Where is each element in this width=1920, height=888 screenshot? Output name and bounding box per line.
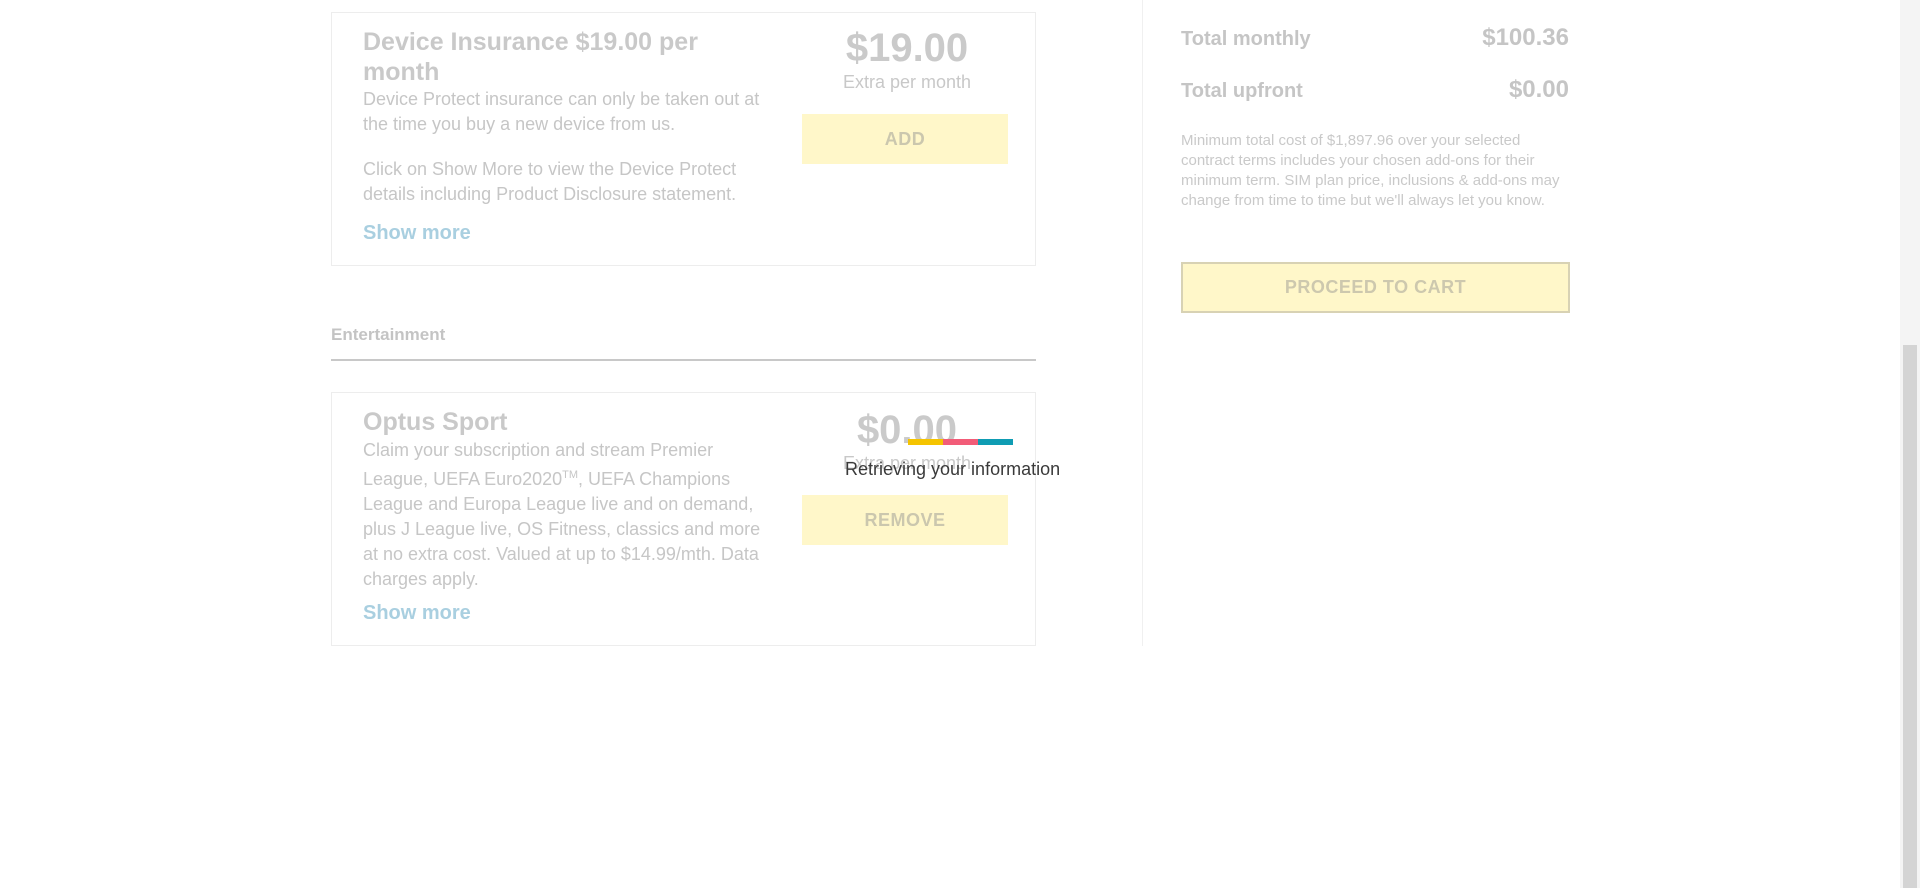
total-upfront-value: $0.00	[1508, 76, 1569, 103]
loading-bar	[908, 439, 1013, 445]
remove-optus-sport-button[interactable]: REMOVE	[802, 495, 1008, 545]
device-insurance-description: Device Protect insurance can only be tak…	[363, 89, 760, 134]
optus-sport-price: $0.00	[856, 408, 958, 452]
total-upfront-label: Total upfront	[1181, 80, 1303, 102]
scrollbar-thumb[interactable]	[1903, 345, 1917, 888]
optus-sport-title: Optus Sport	[363, 408, 508, 436]
trademark-sup: TM	[562, 469, 579, 481]
optus-sport-description: Claim your subscription and stream Premi…	[363, 438, 775, 592]
optus-sport-show-more-link[interactable]: Show more	[363, 602, 471, 625]
total-monthly-value: $100.36	[1482, 24, 1569, 51]
column-divider	[1142, 0, 1143, 646]
device-insurance-title: Device Insurance $19.00 per month	[363, 28, 698, 86]
loading-bar-segment-teal	[978, 439, 1013, 445]
add-device-insurance-button[interactable]: ADD	[802, 114, 1008, 164]
page: Device Insurance $19.00 per month Device…	[0, 0, 1920, 888]
total-monthly-row: Total monthly $100.36	[1181, 24, 1569, 52]
proceed-to-cart-button[interactable]: PROCEED TO CART	[1181, 262, 1570, 313]
device-insurance-price: $19.00	[845, 26, 969, 70]
device-insurance-price-caption: Extra per month	[842, 72, 972, 92]
device-insurance-show-more-link[interactable]: Show more	[363, 222, 471, 245]
loading-message: Retrieving your information	[845, 459, 1061, 479]
total-monthly-label: Total monthly	[1181, 28, 1311, 50]
device-insurance-details-note: Click on Show More to view the Device Pr…	[363, 159, 737, 204]
loading-bar-segment-pink	[943, 439, 978, 445]
optus-sport-card: Optus Sport Claim your subscription and …	[331, 392, 1036, 646]
device-insurance-card: Device Insurance $19.00 per month Device…	[331, 12, 1036, 266]
minimum-cost-note: Minimum total cost of $1,897.96 over you…	[1181, 132, 1560, 209]
total-upfront-row: Total upfront $0.00	[1181, 76, 1569, 104]
loading-bar-segment-yellow	[908, 439, 943, 445]
entertainment-section-heading: Entertainment	[331, 325, 1036, 361]
